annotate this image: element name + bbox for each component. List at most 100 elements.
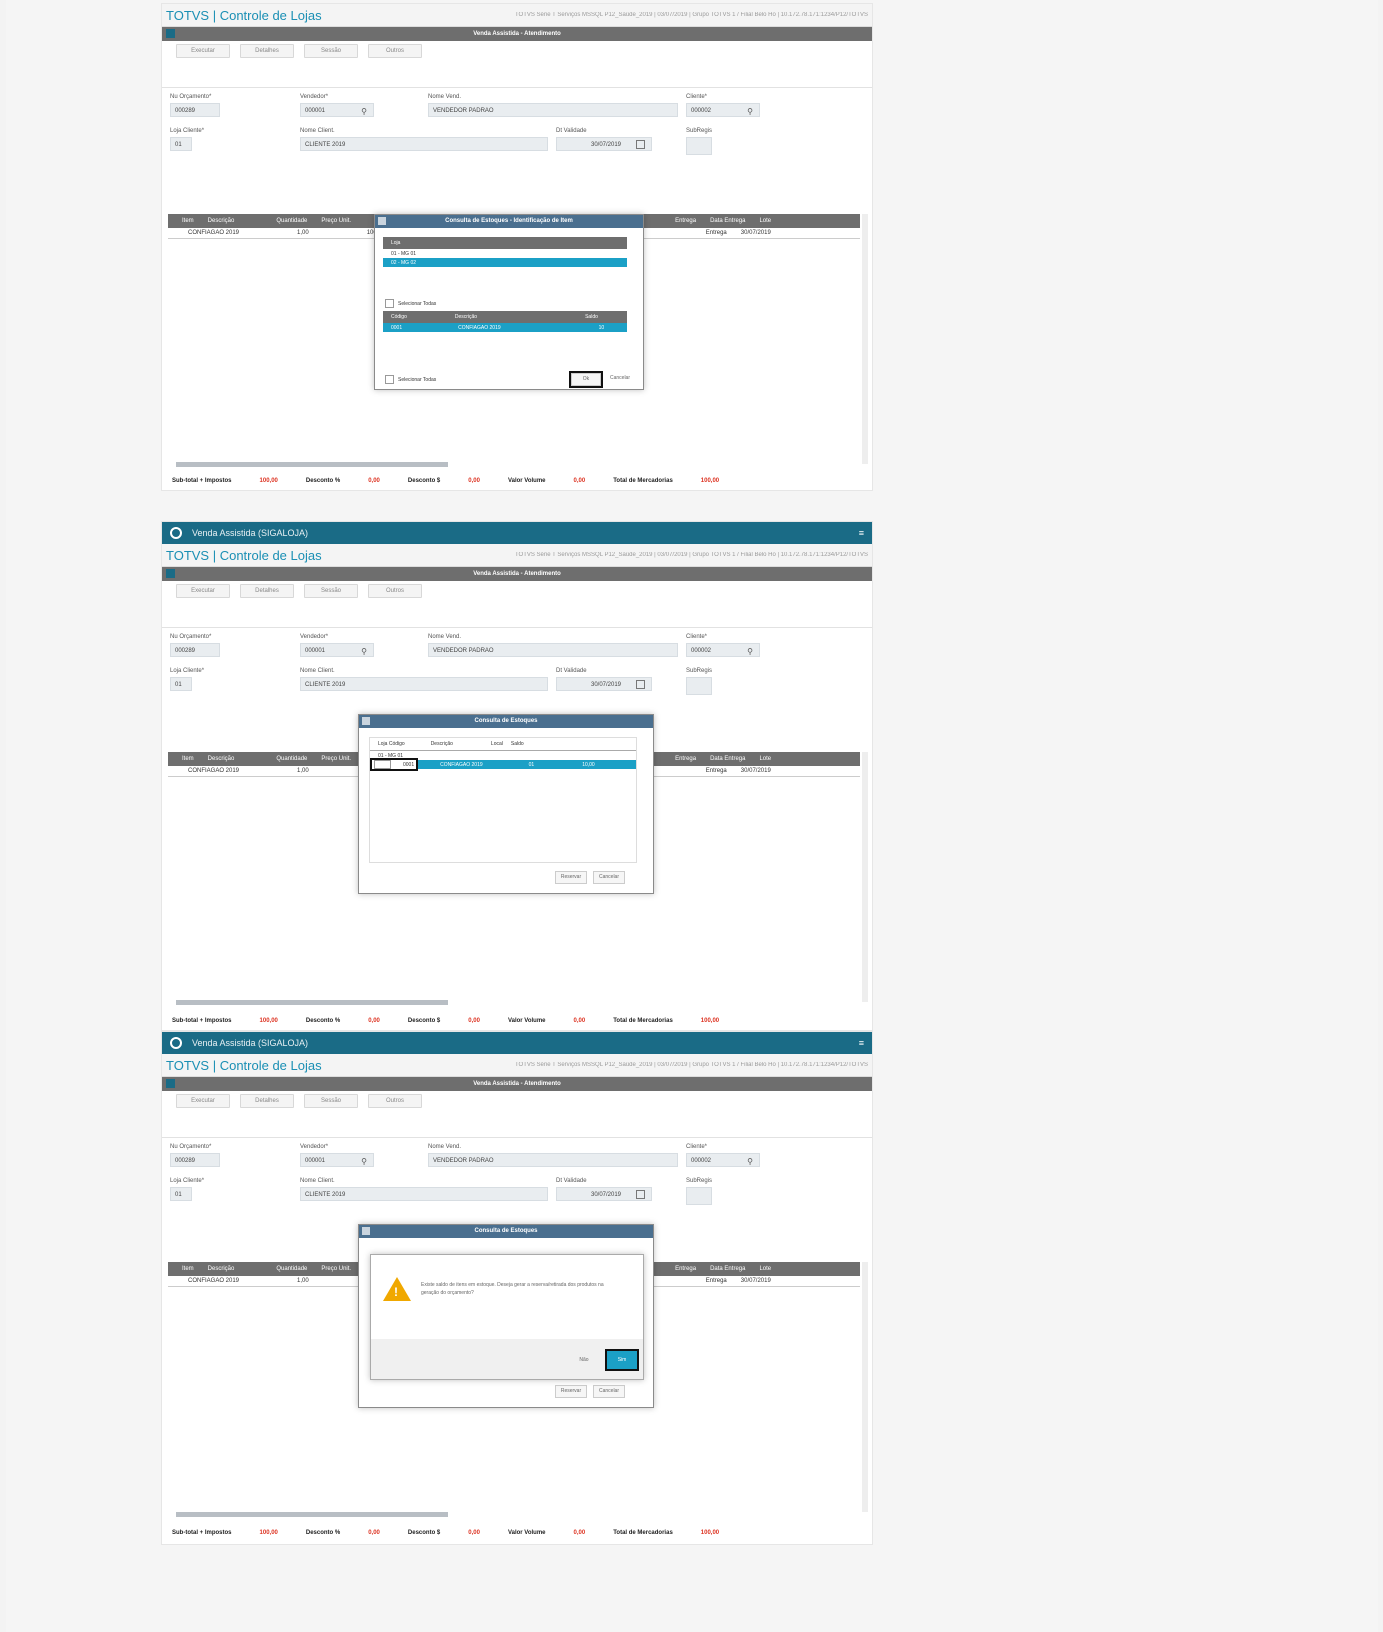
num-orcamento-input[interactable]: 000289 xyxy=(170,1153,220,1167)
cliente-value: 000002 xyxy=(691,648,712,654)
reservar-button[interactable]: Reservar xyxy=(555,1385,587,1398)
search-icon[interactable]: ⚲ xyxy=(361,1155,367,1169)
loja-cliente-input[interactable]: 01 xyxy=(170,1187,192,1201)
warning-exclamation: ! xyxy=(394,1285,398,1299)
cancel-button[interactable]: Cancelar xyxy=(593,1385,625,1398)
dialog-title: Consulta de Estoques xyxy=(474,718,538,724)
loja-cliente-input[interactable]: 01 xyxy=(170,137,192,151)
checkbox-icon[interactable] xyxy=(385,299,394,308)
vertical-scrollbar[interactable] xyxy=(862,1262,868,1512)
app-titlebar: TOTVS | Controle de Lojas TOTVS Série T … xyxy=(162,4,872,27)
nome-vendedor-input[interactable]: VENDEDOR PADRAO xyxy=(428,103,678,117)
row-checkbox[interactable]: 0001 xyxy=(369,758,419,771)
executar-button[interactable]: Executar xyxy=(176,1094,230,1108)
select-all-label: Selecionar Todas xyxy=(398,300,437,307)
valor-volume-label: Valor Volume xyxy=(507,1530,546,1536)
cliente-input[interactable]: 000002 ⚲ xyxy=(686,643,760,657)
list-item[interactable]: 01 - MG 01 xyxy=(383,249,627,258)
loja-cliente-input[interactable]: 01 xyxy=(170,677,192,691)
nao-button[interactable]: Não xyxy=(573,1355,595,1366)
detalhes-button[interactable]: Detalhes xyxy=(240,44,294,58)
cancel-button[interactable]: Cancelar xyxy=(593,871,625,884)
sessao-button[interactable]: Sessão xyxy=(304,1094,358,1108)
select-all-lojas[interactable]: Selecionar Todas xyxy=(385,299,436,308)
vertical-scrollbar[interactable] xyxy=(862,214,868,464)
list-item[interactable]: 0001 CONFIAGAO 2019 01 10,00 xyxy=(369,758,636,771)
search-icon[interactable]: ⚲ xyxy=(361,105,367,119)
outros-button[interactable]: Outros xyxy=(368,584,422,598)
cliente-input[interactable]: 000002 ⚲ xyxy=(686,103,760,117)
ok-button[interactable]: Ok xyxy=(569,371,603,388)
outros-button[interactable]: Outros xyxy=(368,1094,422,1108)
col-descricao: Descrição xyxy=(430,741,453,747)
calendar-icon[interactable] xyxy=(636,680,645,689)
cell-descricao: CONFIAGAO 2019 xyxy=(188,768,240,774)
cliente-input[interactable]: 000002 ⚲ xyxy=(686,1153,760,1167)
outros-button[interactable]: Outros xyxy=(368,44,422,58)
vendedor-input[interactable]: 000001 ⚲ xyxy=(300,1153,374,1167)
dt-validade-input[interactable]: 30/07/2019 xyxy=(556,677,652,691)
search-icon[interactable]: ⚲ xyxy=(361,645,367,659)
list-item[interactable]: 0001 CONFIAGAO 2019 10 xyxy=(383,323,627,332)
cliente-label: Cliente* xyxy=(686,94,708,100)
dt-validade-input[interactable]: 30/07/2019 xyxy=(556,137,652,151)
cancel-button[interactable]: Cancelar xyxy=(605,373,635,384)
calendar-icon[interactable] xyxy=(636,1190,645,1199)
vendedor-input[interactable]: 000001 ⚲ xyxy=(300,643,374,657)
tab-venda-assistida[interactable]: Venda Assistida (SIGALOJA) xyxy=(192,528,859,538)
valor-volume-value: 0,00 xyxy=(573,478,586,484)
vertical-scrollbar[interactable] xyxy=(862,752,868,1002)
tab-venda-assistida[interactable]: Venda Assistida (SIGALOJA) xyxy=(192,1038,859,1048)
app-title: TOTVS | Controle de Lojas xyxy=(166,7,322,23)
nome-vendedor-input[interactable]: VENDEDOR PADRAO xyxy=(428,1153,678,1167)
list-item[interactable]: 02 - MG 02 xyxy=(383,258,627,267)
search-icon[interactable]: ⚲ xyxy=(747,1155,753,1169)
checkbox-icon[interactable] xyxy=(374,760,391,769)
col-saldo: Saldo xyxy=(585,314,598,320)
loja-list-header: Loja xyxy=(383,237,627,249)
detalhes-button[interactable]: Detalhes xyxy=(240,1094,294,1108)
subgrupo-input[interactable] xyxy=(686,137,712,155)
select-all-products[interactable]: Selecionar Todas xyxy=(385,375,436,384)
checkbox-icon[interactable] xyxy=(385,375,394,384)
dt-validade-label: Dt Validade xyxy=(556,128,587,134)
sessao-button[interactable]: Sessão xyxy=(304,44,358,58)
loja-cliente-field: Loja Cliente* 01 xyxy=(170,128,204,151)
vendedor-input[interactable]: 000001 ⚲ xyxy=(300,103,374,117)
sessao-button[interactable]: Sessão xyxy=(304,584,358,598)
loja-cliente-field: Loja Cliente* 01 xyxy=(170,668,204,691)
horizontal-scrollbar[interactable] xyxy=(176,1512,448,1517)
subgrupo-input[interactable] xyxy=(686,1187,712,1205)
cell-data-entrega: 30/07/2019 xyxy=(740,1278,771,1284)
search-icon[interactable]: ⚲ xyxy=(747,645,753,659)
nome-cliente-input[interactable]: CLIENTE 2019 xyxy=(300,1187,548,1201)
menu-icon[interactable]: ≡ xyxy=(859,528,864,538)
nome-vendedor-label: Nome Vend. xyxy=(428,634,462,640)
list-item[interactable]: 01 - MG 01 xyxy=(370,751,636,760)
stock-dialog: Consulta de Estoques Loja Código Descriç… xyxy=(358,714,654,894)
desconto-pct-value: 0,00 xyxy=(368,1018,380,1024)
loja-cliente-label: Loja Cliente* xyxy=(170,128,205,134)
window-icon xyxy=(166,1079,175,1088)
num-orcamento-input[interactable]: 000289 xyxy=(170,643,220,657)
app-tab-bar: Venda Assistida (SIGALOJA) ≡ xyxy=(162,522,872,544)
reservar-button[interactable]: Reservar xyxy=(555,871,587,884)
horizontal-scrollbar[interactable] xyxy=(176,462,448,467)
detalhes-button[interactable]: Detalhes xyxy=(240,584,294,598)
dt-validade-value: 30/07/2019 xyxy=(590,682,622,688)
menu-icon[interactable]: ≡ xyxy=(859,1038,864,1048)
subgrupo-input[interactable] xyxy=(686,677,712,695)
sim-button[interactable]: Sim xyxy=(605,1349,639,1371)
subgrupo-label: SubRegis xyxy=(686,1178,713,1184)
desconto-pct-value: 0,00 xyxy=(368,478,380,484)
nome-vendedor-input[interactable]: VENDEDOR PADRAO xyxy=(428,643,678,657)
executar-button[interactable]: Executar xyxy=(176,584,230,598)
horizontal-scrollbar[interactable] xyxy=(176,1000,448,1005)
num-orcamento-input[interactable]: 000289 xyxy=(170,103,220,117)
search-icon[interactable]: ⚲ xyxy=(747,105,753,119)
calendar-icon[interactable] xyxy=(636,140,645,149)
nome-cliente-input[interactable]: CLIENTE 2019 xyxy=(300,677,548,691)
executar-button[interactable]: Executar xyxy=(176,44,230,58)
nome-cliente-input[interactable]: CLIENTE 2019 xyxy=(300,137,548,151)
dt-validade-input[interactable]: 30/07/2019 xyxy=(556,1187,652,1201)
